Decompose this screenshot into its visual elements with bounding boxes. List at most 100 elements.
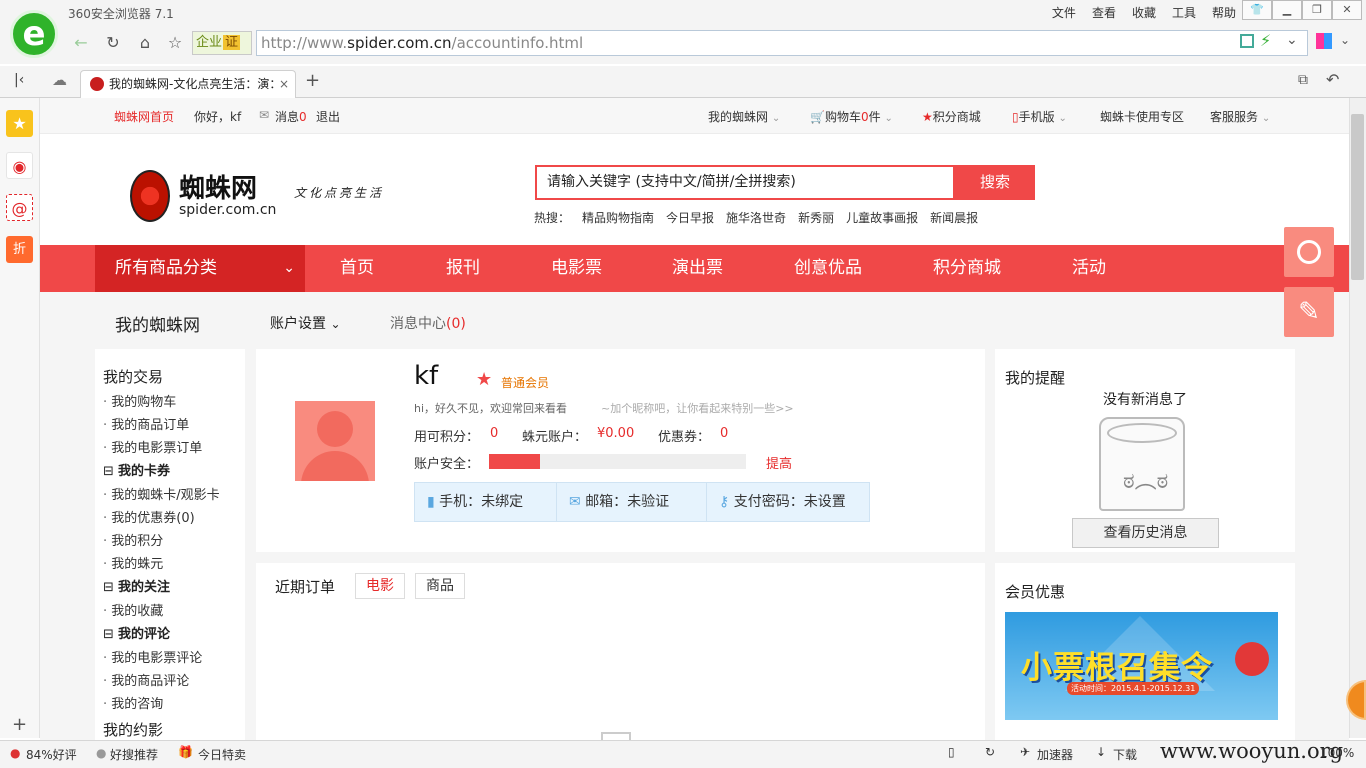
phone-binding[interactable]: ▮ 手机：未绑定 [415, 483, 557, 521]
refresh-icon[interactable]: ↻ [100, 30, 126, 56]
browser-logo-icon[interactable]: e [10, 10, 58, 58]
menu-help[interactable]: 帮助 [1212, 4, 1236, 21]
messages-link[interactable]: 消息0 [275, 108, 307, 125]
hot-word[interactable]: 新秀丽 [798, 209, 834, 226]
menu-view[interactable]: 查看 [1092, 4, 1116, 21]
tab-list-icon[interactable]: |‹ [14, 72, 24, 88]
minimize-button[interactable]: ▁ [1272, 0, 1302, 20]
undo-close-icon[interactable]: ↶ [1326, 70, 1339, 89]
email-binding[interactable]: ✉ 邮箱：未验证 [557, 483, 707, 521]
message-center-link[interactable]: 消息中心(0) [390, 313, 466, 333]
close-tab-icon[interactable]: × [279, 71, 289, 97]
favorites-sidebar-icon[interactable]: ★ [6, 110, 33, 137]
sidebar-link[interactable]: · 我的购物车 [103, 391, 237, 414]
sidebar-link[interactable]: · 我的电影票评论 [103, 647, 237, 670]
discount-icon[interactable]: 折 [6, 236, 33, 263]
avatar[interactable] [295, 401, 375, 481]
zoom-level[interactable]: 100% [1320, 746, 1354, 760]
nav-points-mall[interactable]: 积分商城 [933, 245, 1001, 292]
card-zone-link[interactable]: 蜘蛛卡使用专区 [1100, 108, 1184, 125]
home-icon[interactable]: ⌂ [132, 30, 158, 56]
maximize-button[interactable]: ❐ [1302, 0, 1332, 20]
points-mall-link[interactable]: ★积分商城 [922, 108, 981, 125]
account-settings-menu[interactable]: 账户设置 ⌄ [270, 313, 341, 333]
sidebar-section-heading: 我的约影 [103, 721, 164, 739]
sidebar-link[interactable]: · 我的蛛元 [103, 553, 237, 576]
search-button[interactable]: 搜索 [955, 165, 1035, 200]
hot-word[interactable]: 儿童故事画报 [846, 209, 918, 226]
history-messages-button[interactable]: 查看历史消息 [1072, 518, 1219, 548]
scrollbar-thumb[interactable] [1351, 114, 1364, 280]
menu-tools[interactable]: 工具 [1172, 4, 1196, 21]
nav-newspapers[interactable]: 报刊 [446, 245, 480, 292]
my-spider-menu[interactable]: 我的蜘蛛网 ⌄ [708, 108, 780, 125]
nav-activities[interactable]: 活动 [1072, 245, 1106, 292]
all-categories-menu[interactable]: 所有商品分类 ⌄ [95, 245, 305, 292]
hot-word[interactable]: 精品购物指南 [582, 209, 654, 226]
new-tab-icon[interactable]: + [305, 70, 320, 91]
daily-sale-text[interactable]: 今日特卖 [198, 746, 246, 763]
speed-bolt-icon[interactable]: ⚡ [1260, 31, 1271, 50]
spider-logo-icon[interactable] [130, 170, 170, 222]
mobile-link[interactable]: ▯手机版 ⌄ [1012, 108, 1067, 125]
sidebar-link[interactable]: · 我的电影票订单 [103, 437, 237, 460]
mail-icon[interactable]: @ [6, 194, 33, 221]
sidebar-link[interactable]: · 我的蜘蛛卡/观影卡 [103, 484, 237, 507]
service-menu[interactable]: 客服服务 ⌄ [1210, 108, 1270, 125]
tab-active[interactable]: 我的蜘蛛网-文化点亮生活：演： × [80, 70, 296, 98]
cart-link[interactable]: 🛒购物车0件 ⌄ [810, 108, 893, 125]
window-list-icon[interactable]: ⧉ [1298, 72, 1308, 88]
logout-link[interactable]: 退出 [316, 108, 340, 125]
qr-code-icon[interactable] [1240, 34, 1254, 48]
improve-security-link[interactable]: 提高 [766, 453, 792, 472]
close-window-button[interactable]: ✕ [1332, 0, 1362, 20]
tab-movie[interactable]: 电影 [355, 573, 405, 599]
message-envelope-icon[interactable]: ✉ [259, 108, 269, 122]
nav-show-tickets[interactable]: 演出票 [672, 245, 723, 292]
hot-word[interactable]: 今日早报 [666, 209, 714, 226]
menu-favorites[interactable]: 收藏 [1132, 4, 1156, 21]
url-input[interactable]: http://www.spider.com.cn/accountinfo.htm… [256, 30, 1308, 56]
site-home-link[interactable]: 蜘蛛网首页 [114, 108, 174, 125]
sidebar-link[interactable]: · 我的商品评论 [103, 670, 237, 693]
customer-service-icon[interactable] [1284, 227, 1334, 277]
sidebar-link[interactable]: · 我的收藏 [103, 600, 237, 623]
mobile-status-icon[interactable]: ▯ [948, 745, 955, 759]
tab-goods[interactable]: 商品 [415, 573, 465, 599]
sync-icon[interactable]: ↻ [985, 745, 995, 759]
nav-home[interactable]: 首页 [340, 245, 374, 292]
url-dropdown-icon[interactable]: ⌄ [1286, 32, 1298, 48]
promo-banner[interactable]: 小票根召集令 活动时间：2015.4.1-2015.12.31 [1005, 612, 1278, 720]
cloud-icon[interactable]: ☁ [52, 71, 67, 89]
nav-movie-tickets[interactable]: 电影票 [551, 245, 602, 292]
weibo-icon[interactable]: ◉ [6, 152, 33, 179]
apps-dropdown-icon[interactable]: ⌄ [1340, 33, 1350, 47]
sidebar-link[interactable]: · 我的积分 [103, 530, 237, 553]
nickname-hint[interactable]: ~加个昵称吧，让你看起来特别一些>> [601, 400, 794, 416]
sidebar-link[interactable]: · 我的商品订单 [103, 414, 237, 437]
add-sidebar-icon[interactable]: + [12, 714, 27, 735]
hot-word[interactable]: 施华洛世奇 [726, 209, 786, 226]
menu-file[interactable]: 文件 [1052, 4, 1076, 21]
nav-creative[interactable]: 创意优品 [794, 245, 862, 292]
download-text[interactable]: 下载 [1113, 746, 1137, 763]
favorite-star-icon[interactable]: ☆ [162, 30, 188, 56]
member-level[interactable]: 普通会员 [501, 374, 549, 391]
reminders-panel: 我的提醒 没有新消息了 ಠ︵ಠ 查看历史消息 [995, 349, 1295, 552]
sidebar-link[interactable]: · 我的优惠券(0) [103, 507, 237, 530]
enterprise-badge[interactable]: 企业证 [192, 31, 252, 55]
skin-icon[interactable]: 👕 [1242, 0, 1272, 20]
gift-icon: 🎁 [178, 745, 193, 759]
back-icon[interactable]: ← [68, 30, 94, 56]
orders-title: 近期订单 [275, 578, 336, 596]
paypass-binding[interactable]: ⚷ 支付密码：未设置 [707, 483, 869, 521]
brand-name[interactable]: 蜘蛛网 [179, 168, 257, 205]
search-input[interactable]: 请输入关键字 (支持中文/简拼/全拼搜索) [535, 165, 955, 200]
recommend-text[interactable]: 好搜推荐 [110, 746, 158, 763]
apps-icon[interactable] [1316, 33, 1332, 49]
sidebar-link[interactable]: · 我的咨询 [103, 693, 237, 716]
feedback-pencil-icon[interactable]: ✎ [1284, 287, 1334, 337]
hot-word[interactable]: 新闻晨报 [930, 209, 978, 226]
rating-text[interactable]: 84%好评 [26, 746, 77, 763]
accelerator-text[interactable]: 加速器 [1037, 746, 1073, 763]
